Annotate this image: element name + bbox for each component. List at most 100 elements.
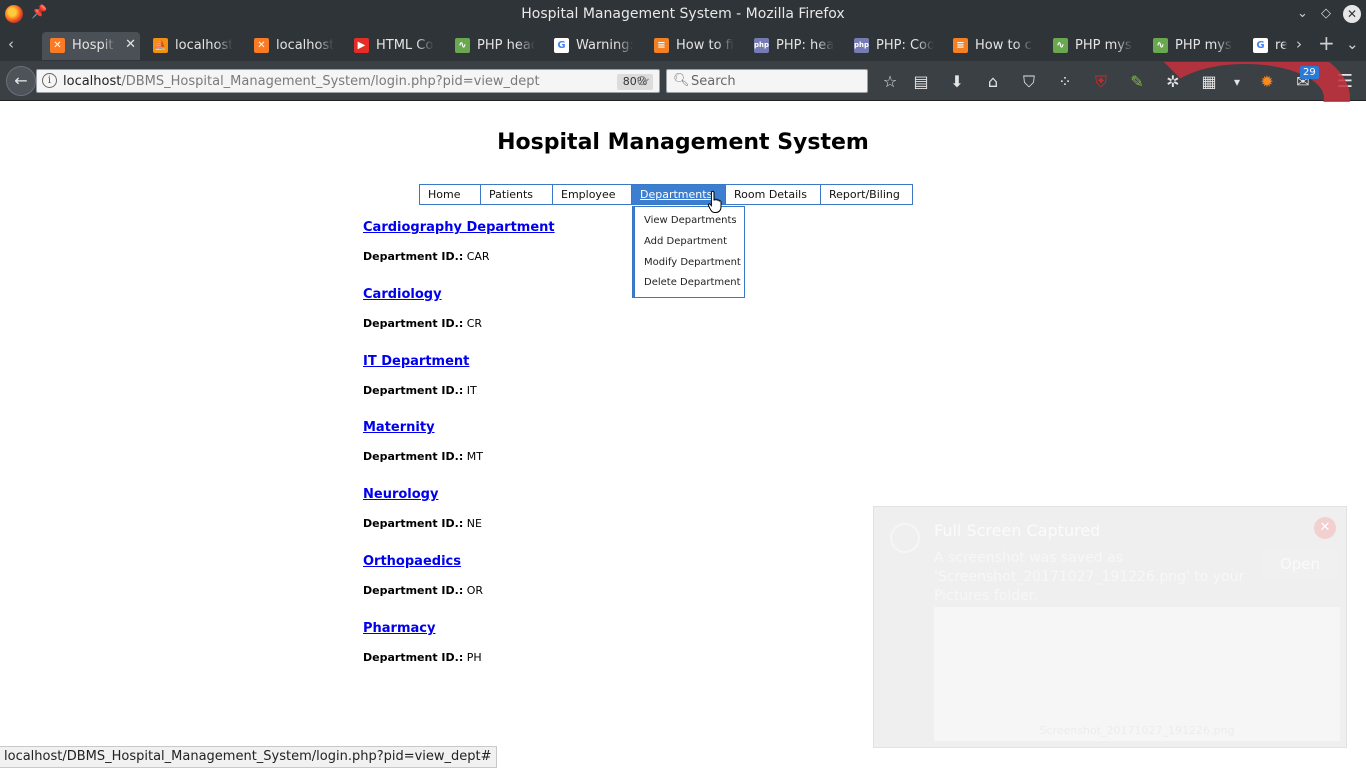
tab-label: localhost/ [276,38,334,53]
department-id-row: Department ID.: CAR [363,250,490,263]
tab-12[interactable]: Grec [1245,32,1295,60]
xampp-icon: ✕ [50,38,65,53]
ublock-icon[interactable]: ⛨ [1090,71,1112,93]
department-id-label: Department ID.: [363,517,464,530]
menu-item-patients[interactable]: Patients [480,184,553,205]
tab-7[interactable]: php PHP: head [746,32,842,60]
menu-item-employee[interactable]: Employee [552,184,632,205]
hand-cursor-icon [707,190,722,213]
tabs-scroll-left-icon[interactable]: ‹ [8,35,14,53]
chart-icon: ∿ [1053,38,1068,53]
tab-10[interactable]: ∿ PHP mysq [1045,32,1141,60]
tab-11[interactable]: ∿ PHP mysq [1145,32,1241,60]
preview-filename: Screenshot_20171027_191226.png [1039,724,1235,737]
php-icon: php [854,38,869,53]
tab-label: Hospit [72,38,114,53]
page-title: Hospital Management System [497,130,869,155]
tab-8[interactable]: php PHP: Coo [846,32,942,60]
tab-label: rec [1275,38,1287,53]
home-icon[interactable]: ⌂ [982,71,1004,93]
department-id-value: CAR [466,250,490,263]
tab-label: PHP: head [776,38,834,53]
department-id-row: Department ID.: PH [363,651,482,664]
stackoverflow-icon: ≡ [953,38,968,53]
departments-dropdown: View Departments Add Department Modify Dep… [632,206,745,298]
dropdown-item-delete-department[interactable]: Delete Department [644,277,741,288]
department-link[interactable]: Pharmacy [363,621,435,636]
menu-item-room-details[interactable]: Room Details [725,184,821,205]
new-tab-icon[interactable]: + [1318,31,1335,55]
department-id-row: Department ID.: CR [363,317,482,330]
info-icon[interactable]: i [42,73,57,88]
department-id-label: Department ID.: [363,584,464,597]
department-id-row: Department ID.: MT [363,450,483,463]
department-link[interactable]: IT Department [363,354,469,369]
department-link[interactable]: Neurology [363,487,438,502]
department-id-label: Department ID.: [363,651,464,664]
department-link[interactable]: Maternity [363,420,435,435]
tab-label: PHP mysq [1175,38,1233,53]
stackoverflow-icon: ≡ [654,38,669,53]
tab-label: PHP: Coo [876,38,934,53]
search-icon: 🔍︎ [673,73,690,88]
department-link[interactable]: Cardiography Department [363,220,555,235]
department-id-value: OR [466,584,484,597]
dropdown-item-add-department[interactable]: Add Department [644,236,727,247]
notification-title: Full Screen Captured [934,521,1101,540]
extension-icon[interactable]: ⁘ [1054,71,1076,93]
department-link[interactable]: Orthopaedics [363,554,461,569]
notification-open-button[interactable]: Open [1262,549,1338,579]
department-id-value: IT [466,384,477,397]
tab-label: PHP head [477,38,535,53]
minimize-icon[interactable]: ⌄ [1297,6,1308,21]
tab-label: localhost [175,38,233,53]
url-text[interactable]: localhost/DBMS_Hospital_Management_Syste… [63,74,540,89]
tab-label: HTML Col [376,38,434,53]
download-icon[interactable]: ⬇ [946,71,968,93]
youtube-icon: ▶ [354,38,369,53]
tab-0[interactable]: ✕ Hospit ✕ [42,32,140,60]
search-placeholder: Search [691,74,736,89]
dropdown-item-view-departments[interactable]: View Departments [644,215,737,226]
department-id-value: CR [466,317,483,330]
dropdown-item-modify-department[interactable]: Modify Department [644,257,741,268]
department-id-value: NE [466,517,482,530]
screenshot-preview[interactable]: Screenshot_20171027_191226.png [934,607,1340,741]
department-id-row: Department ID.: OR [363,584,483,597]
department-id-row: Department ID.: NE [363,517,482,530]
reload-icon[interactable]: ⟳ [632,70,654,92]
tabs-scroll-right-icon[interactable]: › [1296,35,1302,53]
list-all-tabs-icon[interactable]: ⌄ [1346,35,1359,53]
tab-5[interactable]: G Warning: [546,32,642,60]
tab-4[interactable]: ∿ PHP head [447,32,543,60]
department-link[interactable]: Cardiology [363,287,442,302]
google-icon: G [554,38,569,53]
search-bar[interactable]: 🔍︎ Search [666,69,868,93]
menu-item-report-biling[interactable]: Report/Biling [820,184,913,205]
tab-label: How to fi [676,38,734,53]
menu-item-home[interactable]: Home [419,184,481,205]
reading-list-icon[interactable]: ▤ [910,71,932,93]
tab-2[interactable]: ✕ localhost/ [246,32,342,60]
chart-icon: ∿ [455,38,470,53]
notification-close-icon[interactable]: ✕ [1314,517,1336,539]
tab-strip: ‹ ✕ Hospit ✕ ⛵ localhost ✕ localhost/ ▶ HTML Col… [0,29,1366,61]
tab-3[interactable]: ▶ HTML Col [346,32,442,60]
window-titlebar: 📌 Hospital Management System - Mozilla F… [0,0,1366,29]
url-bar[interactable]: i localhost/DBMS_Hospital_Management_Sys… [36,69,660,93]
maximize-icon[interactable]: ◇ [1321,6,1331,21]
close-tab-icon[interactable]: ✕ [125,37,136,52]
url-path: /DBMS_Hospital_Management_System/login.p… [121,74,540,89]
tab-6[interactable]: ≡ How to fi [646,32,742,60]
php-icon: php [754,38,769,53]
google-icon: G [1253,38,1268,53]
notification-count-badge: 29 [1300,66,1319,79]
close-window-icon[interactable]: ✕ [1343,5,1361,23]
department-id-label: Department ID.: [363,450,464,463]
phpmyadmin-icon: ⛵ [153,38,168,53]
tab-1[interactable]: ⛵ localhost [145,32,241,60]
bookmark-star-icon[interactable]: ☆ [879,71,901,93]
pocket-icon[interactable]: ⛉ [1018,71,1040,93]
back-button[interactable]: ← [6,66,36,96]
tab-9[interactable]: ≡ How to ch [945,32,1041,60]
